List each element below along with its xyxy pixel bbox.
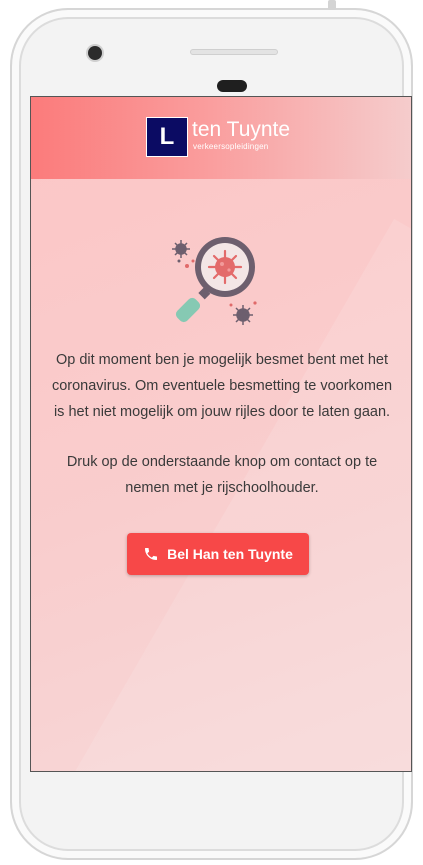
infection-message: Op dit moment ben je mogelijk besmet ben… <box>45 347 399 501</box>
power-button <box>328 0 336 10</box>
phone-icon <box>145 548 158 560</box>
app-header: L ten Tuynte verkeersopleidingen <box>31 97 411 179</box>
logo-letter: L <box>159 123 175 150</box>
app-screen: L ten Tuynte verkeersopleidingen Op dit … <box>30 96 412 772</box>
message-paragraph-1: Op dit moment ben je mogelijk besmet ben… <box>51 352 393 420</box>
brand-tagline: verkeersopleidingen <box>193 142 269 151</box>
logo-mark: L <box>146 117 188 157</box>
message-paragraph-2: Druk op de onderstaande knop om contact … <box>66 454 378 496</box>
earpiece-speaker <box>190 49 278 55</box>
proximity-sensor <box>217 80 247 92</box>
call-instructor-button[interactable]: Bel Han ten Tuynte <box>127 533 309 575</box>
front-camera <box>88 46 102 60</box>
brand-name: ten Tuynte <box>192 118 291 141</box>
virus-magnifier-icon <box>167 231 267 331</box>
call-button-label: Bel Han ten Tuynte <box>167 546 293 562</box>
